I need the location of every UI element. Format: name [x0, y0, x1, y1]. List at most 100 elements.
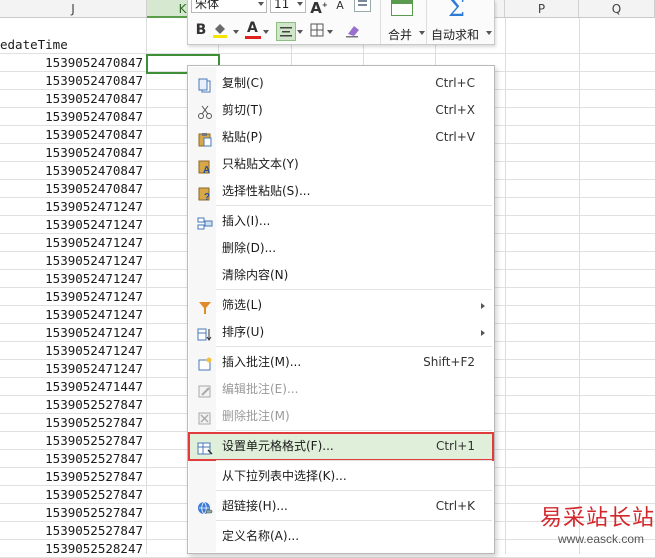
- hyperlink-icon: [197, 499, 213, 515]
- grow-font-icon: A: [310, 0, 322, 17]
- menu-separator: [216, 289, 492, 290]
- column-header-q[interactable]: Q: [579, 0, 655, 18]
- menu-paste[interactable]: 粘贴(P) Ctrl+V: [189, 124, 493, 151]
- font-color-icon: A: [247, 20, 258, 36]
- menu-separator: [216, 490, 492, 491]
- font-color-button[interactable]: A: [244, 20, 272, 41]
- cell-value[interactable]: 1539052470847: [0, 90, 143, 108]
- shrink-font-button[interactable]: A: [330, 0, 350, 15]
- menu-filter[interactable]: 筛选(L): [189, 292, 493, 319]
- font-size-select[interactable]: 11: [270, 0, 306, 13]
- cell-value[interactable]: 1539052471247: [0, 342, 143, 360]
- menu-pick-list[interactable]: 从下拉列表中选择(K)...: [189, 463, 493, 490]
- menu-item-label: 插入批注(M)...: [222, 355, 302, 369]
- autosum-button[interactable]: Σ 自动求和: [430, 0, 492, 44]
- menu-define-name[interactable]: 定义名称(A)...: [189, 523, 493, 550]
- menu-delete[interactable]: 删除(D)...: [189, 235, 493, 262]
- cell-value[interactable]: 1539052471247: [0, 216, 143, 234]
- merge-icon: [391, 0, 413, 16]
- menu-format-cells[interactable]: 设置单元格格式(F)... Ctrl+1: [188, 432, 494, 461]
- borders-icon: [310, 23, 324, 37]
- paste-text-icon: A: [197, 157, 213, 176]
- menu-separator: [216, 430, 492, 431]
- cell-value[interactable]: 1539052470847: [0, 108, 143, 126]
- cell-value[interactable]: 1539052471247: [0, 198, 143, 216]
- cell-value[interactable]: 1539052528247: [0, 540, 143, 558]
- menu-paste-special[interactable]: ? 选择性粘贴(S)...: [189, 178, 493, 205]
- edit-comment-icon: [197, 382, 213, 398]
- chevron-down-icon[interactable]: [297, 30, 303, 34]
- menu-item-shortcut: Ctrl+V: [435, 130, 475, 144]
- filter-icon: [197, 298, 213, 314]
- menu-paste-text[interactable]: A 只粘贴文本(Y): [189, 151, 493, 178]
- menu-item-label: 排序(U): [222, 325, 265, 339]
- menu-item-label: 筛选(L): [222, 298, 263, 312]
- cell-value[interactable]: 1539052471247: [0, 234, 143, 252]
- menu-item-label: 只粘贴文本(Y): [222, 157, 299, 171]
- paste-icon: [197, 130, 213, 147]
- cell-value[interactable]: 1539052527847: [0, 468, 143, 486]
- menu-cut[interactable]: 剪切(T) Ctrl+X: [189, 97, 493, 124]
- cell-value[interactable]: 1539052470847: [0, 144, 143, 162]
- cell-value[interactable]: 1539052471447: [0, 378, 143, 396]
- menu-copy[interactable]: 复制(C) Ctrl+C: [189, 70, 493, 97]
- cell-value[interactable]: 1539052471247: [0, 324, 143, 342]
- chevron-down-icon: [419, 31, 425, 35]
- align-center-icon: [280, 27, 292, 37]
- cell-value[interactable]: 1539052471247: [0, 288, 143, 306]
- cell-value[interactable]: 1539052471247: [0, 360, 143, 378]
- format-painter-icon[interactable]: [354, 0, 371, 12]
- menu-sort[interactable]: 排序(U): [189, 319, 493, 346]
- context-menu: 复制(C) Ctrl+C 剪切(T) Ctrl+X 粘贴(P) Ctrl+V A 只粘贴文本(…: [187, 65, 495, 554]
- cell-value[interactable]: 1539052470847: [0, 54, 143, 72]
- svg-text:?: ?: [204, 192, 210, 201]
- toolbar-separator: [380, 0, 381, 44]
- cell-value[interactable]: 1539052471247: [0, 306, 143, 324]
- align-center-button[interactable]: [276, 22, 296, 41]
- menu-insert-comment[interactable]: 插入批注(M)... Shift+F2: [189, 349, 493, 376]
- menu-item-label: 从下拉列表中选择(K)...: [222, 469, 347, 483]
- menu-edit-comment: 编辑批注(E)...: [189, 376, 493, 403]
- menu-hyperlink[interactable]: 超链接(H)... Ctrl+K: [189, 493, 493, 520]
- fill-color-button[interactable]: [212, 21, 242, 41]
- bold-button[interactable]: B: [191, 21, 211, 39]
- menu-item-shortcut: Shift+F2: [423, 355, 475, 369]
- cell-value[interactable]: 1539052527847: [0, 504, 143, 522]
- cell-value[interactable]: 1539052471247: [0, 270, 143, 288]
- column-header-p[interactable]: P: [505, 0, 579, 18]
- menu-item-label: 选择性粘贴(S)...: [222, 184, 311, 198]
- menu-item-shortcut: Ctrl+K: [435, 499, 475, 513]
- submenu-arrow-icon: [481, 330, 485, 336]
- cell-value[interactable]: 1539052527847: [0, 450, 143, 468]
- font-name-select[interactable]: 宋体: [191, 0, 267, 13]
- clear-format-button[interactable]: [344, 22, 366, 41]
- menu-item-label: 复制(C): [222, 76, 264, 90]
- cell-value[interactable]: 1539052527847: [0, 396, 143, 414]
- merge-button[interactable]: 合并: [385, 0, 425, 44]
- chevron-down-icon: [263, 30, 269, 34]
- header-cell[interactable]: edateTime: [0, 36, 143, 54]
- cell-value[interactable]: 1539052471247: [0, 252, 143, 270]
- menu-insert[interactable]: 插入(I)...: [189, 208, 493, 235]
- cell-value[interactable]: 1539052527847: [0, 414, 143, 432]
- menu-clear[interactable]: 清除内容(N): [189, 262, 493, 289]
- eraser-icon: [346, 26, 359, 38]
- borders-button[interactable]: [309, 22, 337, 41]
- cell-value[interactable]: 1539052527847: [0, 432, 143, 450]
- submenu-arrow-icon: [481, 303, 485, 309]
- grow-font-button[interactable]: A+: [309, 0, 329, 17]
- menu-separator: [216, 520, 492, 521]
- cell-value[interactable]: 1539052527847: [0, 486, 143, 504]
- cell-value[interactable]: 1539052470847: [0, 72, 143, 90]
- copy-icon: [197, 76, 213, 93]
- menu-item-label: 清除内容(N): [222, 268, 289, 282]
- cell-value[interactable]: 1539052470847: [0, 162, 143, 180]
- column-header-j[interactable]: J: [0, 0, 147, 18]
- cell-value[interactable]: 1539052470847: [0, 126, 143, 144]
- insert-comment-icon: [197, 355, 213, 371]
- cell-value[interactable]: 1539052527847: [0, 522, 143, 540]
- chevron-down-icon: [327, 30, 333, 34]
- font-size-value: 11: [274, 0, 290, 11]
- cell-value[interactable]: 1539052470847: [0, 180, 143, 198]
- menu-item-shortcut: Ctrl+X: [435, 103, 475, 117]
